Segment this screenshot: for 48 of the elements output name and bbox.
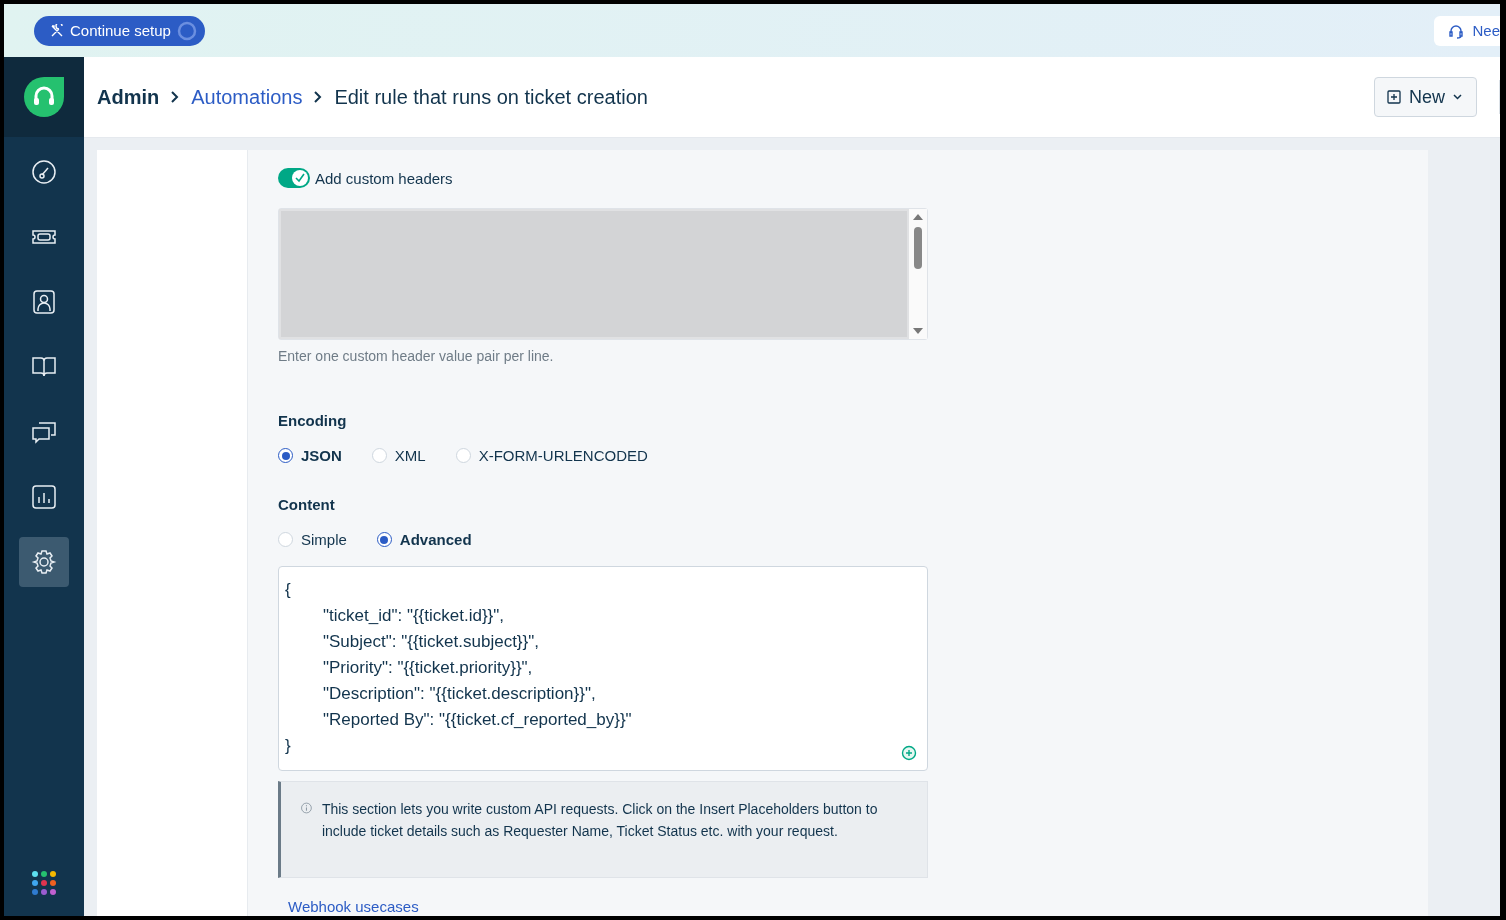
headers-field[interactable] — [278, 208, 928, 340]
page-title: Edit rule that runs on ticket creation — [334, 85, 648, 109]
new-button[interactable]: New — [1374, 77, 1477, 117]
code-line: "Description": "{{ticket.description}}", — [322, 683, 596, 705]
chevron-right-icon — [314, 91, 323, 103]
caret-icon — [1453, 94, 1462, 100]
headset-logo-icon — [24, 77, 64, 117]
code-line: "Reported By": "{{ticket.cf_reported_by}}" — [322, 709, 632, 731]
code-line: "ticket_id": "{{ticket.id}}", — [322, 605, 504, 627]
chat-bubbles-icon — [31, 419, 57, 445]
sidebar-nav-item[interactable] — [19, 537, 69, 587]
code-line: "Subject": "{{ticket.subject}}", — [322, 631, 539, 653]
progress-ring-icon — [176, 20, 197, 41]
webhook-usecases-link[interactable]: Webhook usecases — [288, 898, 419, 915]
bar-chart-icon — [31, 484, 57, 510]
section-label: Content — [278, 496, 336, 513]
radio-option[interactable]: Advanced — [376, 531, 472, 548]
code-line: } — [285, 735, 291, 757]
code-line: "Priority": "{{ticket.priority}}", — [322, 657, 533, 679]
scrollbar[interactable] — [909, 209, 927, 339]
arrow-up-icon[interactable] — [912, 213, 924, 221]
app-grid-icon[interactable] — [31, 870, 57, 896]
radio-option[interactable]: X-FORM-URLENCODED — [455, 447, 648, 464]
info-text: This section lets you write custom API requests. Click on the Insert Placeholders button to include ticket details such as Requester Name, Ticket Status etc. with your request. — [321, 800, 879, 841]
breadcrumb-item[interactable]: Admin — [97, 85, 160, 109]
scrollbar-thumb[interactable] — [914, 227, 922, 269]
contact-card-icon — [31, 289, 57, 315]
plus-circle-icon[interactable] — [901, 745, 917, 761]
tools-icon — [50, 23, 64, 38]
section-label: Encoding — [278, 412, 348, 429]
help-button[interactable]: Nee — [1434, 15, 1500, 46]
check-icon — [294, 172, 306, 184]
radio-option[interactable]: JSON — [278, 447, 342, 464]
chevron-right-icon — [171, 91, 180, 103]
toggle-switch[interactable] — [278, 168, 310, 188]
code-line: { — [285, 579, 291, 601]
gear-icon — [31, 549, 57, 575]
arrow-down-icon[interactable] — [912, 327, 924, 335]
code-editor[interactable]: { "ticket_id": "{{ticket.id}}", "Subject": "{{ticket.subject}}", "Priority": "{{ticket.priority}}", "Description": "{{ticket.description}}", "Reported By": "{{ticket.cf_reported_by}}" } — [278, 566, 928, 771]
gauge-icon — [31, 159, 57, 185]
radio-option[interactable]: Simple — [278, 531, 347, 548]
continue-setup-button[interactable]: Continue setup — [34, 15, 205, 46]
hint-text: Enter one custom header value pair per line. — [278, 348, 555, 364]
breadcrumb-link[interactable]: Automations — [191, 85, 303, 109]
headset-icon — [1448, 22, 1465, 39]
radio-option[interactable]: XML — [371, 447, 426, 464]
plus-square-icon — [1387, 90, 1401, 104]
toggle-label: Add custom headers — [315, 169, 453, 187]
